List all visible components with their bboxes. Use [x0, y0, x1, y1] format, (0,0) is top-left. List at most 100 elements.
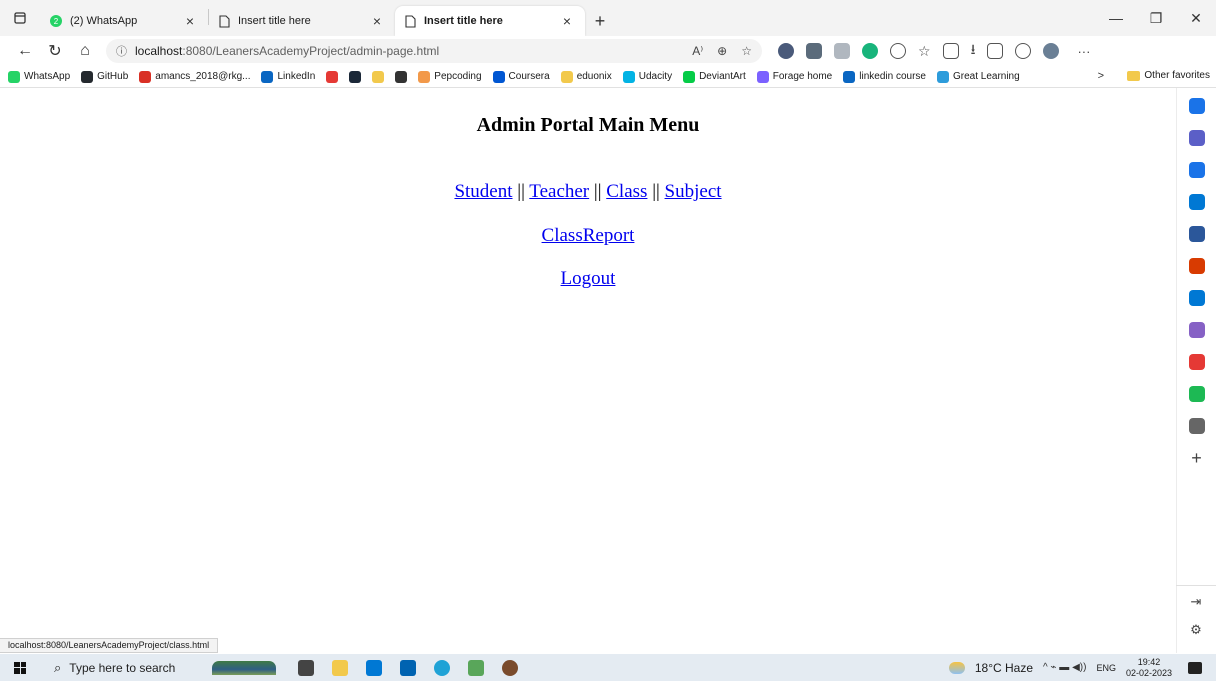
- url-host: localhost: [135, 44, 183, 58]
- restore-button[interactable]: ❐: [1136, 0, 1176, 36]
- read-aloud-icon[interactable]: A⁾: [692, 44, 703, 58]
- favorite-item[interactable]: WhatsApp: [8, 70, 70, 83]
- close-tab-icon[interactable]: ×: [369, 13, 385, 29]
- favorite-item[interactable]: Forage home: [756, 70, 832, 83]
- profile-avatar[interactable]: [1043, 43, 1060, 59]
- language-indicator[interactable]: ENG: [1096, 663, 1116, 673]
- favorite-icon: [261, 70, 274, 83]
- taskbar-search[interactable]: ⌕ Type here to search: [40, 654, 200, 681]
- browser-essentials-icon[interactable]: [1015, 43, 1032, 59]
- game-icon[interactable]: [502, 659, 518, 676]
- favorite-label: amancs_2018@rkg...: [155, 71, 251, 82]
- favorite-item[interactable]: Pepcoding: [418, 70, 482, 83]
- favorite-label: linkedin course: [859, 71, 926, 82]
- class-report-row: ClassReport: [0, 225, 1176, 247]
- favorites-bar: WhatsApp GitHub amancs_2018@rkg... LinkedIn…: [0, 66, 1216, 88]
- other-favorites-label: Other favorites: [1144, 70, 1210, 81]
- refresh-icon: ↻: [48, 43, 62, 60]
- favorite-icon: [326, 70, 339, 83]
- screenshot-icon[interactable]: [987, 43, 1004, 59]
- favorite-item[interactable]: [395, 70, 408, 83]
- extensions-toolbar: ☆ ⭳ ···: [778, 39, 1090, 63]
- edge-icon[interactable]: [434, 659, 450, 676]
- favorite-item[interactable]: [372, 70, 385, 83]
- spotify-icon[interactable]: [1188, 386, 1205, 402]
- briefcase-icon[interactable]: [1188, 194, 1205, 210]
- url-path: :8080/LeanersAcademyProject/admin-page.h…: [182, 44, 440, 58]
- favorite-item[interactable]: GitHub: [81, 70, 128, 83]
- info-icon[interactable]: ⓘ: [116, 43, 127, 59]
- collections-icon[interactable]: [942, 43, 959, 59]
- address-bar[interactable]: ⓘ localhost:8080/LeanersAcademyProject/a…: [106, 39, 762, 63]
- favorites-icon[interactable]: ☆: [918, 43, 931, 60]
- extension-icon[interactable]: [778, 43, 794, 59]
- extension-icon[interactable]: [834, 43, 850, 59]
- refresh-button[interactable]: ↻: [40, 38, 70, 64]
- extension-icon[interactable]: [806, 43, 822, 59]
- back-button[interactable]: ←: [10, 38, 40, 64]
- designer-icon[interactable]: [1188, 322, 1205, 338]
- favorite-item[interactable]: DeviantArt: [683, 70, 746, 83]
- favorite-item[interactable]: [326, 70, 339, 83]
- tray-icons[interactable]: ^ ⌁ ▬ ◀)): [1043, 662, 1086, 673]
- tag-icon[interactable]: [1188, 162, 1205, 178]
- teacher-link[interactable]: Teacher: [529, 181, 589, 202]
- sidebar-settings-icon[interactable]: ⚙: [1190, 622, 1202, 638]
- favorite-item[interactable]: LinkedIn: [261, 70, 315, 83]
- add-sidebar-app-icon[interactable]: +: [1189, 448, 1205, 468]
- class-link[interactable]: Class: [606, 181, 647, 202]
- task-view-icon[interactable]: [298, 659, 314, 676]
- minimize-button[interactable]: —: [1096, 0, 1136, 36]
- search-icon: ⌕: [54, 659, 62, 675]
- weather-icon[interactable]: [948, 661, 965, 674]
- grammarly-icon[interactable]: [862, 43, 878, 59]
- search-icon[interactable]: [1188, 98, 1205, 114]
- weather-text[interactable]: 18°C Haze: [975, 661, 1033, 675]
- file-explorer-icon[interactable]: [332, 659, 348, 676]
- favorite-item[interactable]: eduonix: [560, 70, 612, 83]
- news-icon[interactable]: [1188, 418, 1205, 434]
- favorite-item[interactable]: Coursera: [492, 70, 550, 83]
- favorites-overflow-chevron-icon[interactable]: >: [1098, 70, 1104, 82]
- mail-icon[interactable]: [400, 659, 416, 676]
- outlook-icon[interactable]: [1188, 290, 1205, 306]
- tab-whatsapp[interactable]: 2 (2) WhatsApp ×: [40, 6, 208, 36]
- new-tab-button[interactable]: +: [585, 6, 615, 36]
- favorite-item[interactable]: [349, 70, 362, 83]
- close-window-button[interactable]: ✕: [1176, 0, 1216, 36]
- notes-icon[interactable]: [468, 659, 484, 676]
- office-icon[interactable]: [1188, 258, 1205, 274]
- sparkle-icon[interactable]: [1188, 130, 1205, 146]
- favorite-item[interactable]: Great Learning: [936, 70, 1020, 83]
- downloads-icon[interactable]: ⭳: [971, 39, 976, 63]
- zoom-icon[interactable]: ⊕: [717, 44, 727, 58]
- search-highlight-image[interactable]: [212, 660, 276, 675]
- logout-link[interactable]: Logout: [561, 268, 616, 289]
- tab-insert-title-1[interactable]: Insert title here ×: [209, 6, 395, 36]
- window-controls: — ❐ ✕: [1096, 0, 1216, 36]
- start-button[interactable]: [0, 654, 40, 681]
- music-icon[interactable]: [1188, 354, 1205, 370]
- settings-menu-button[interactable]: ···: [1077, 44, 1090, 59]
- url-text[interactable]: localhost:8080/LeanersAcademyProject/adm…: [135, 44, 684, 58]
- extensions-icon[interactable]: [890, 43, 906, 59]
- class-report-link[interactable]: ClassReport: [542, 225, 635, 246]
- subject-link[interactable]: Subject: [665, 181, 722, 202]
- notifications-icon[interactable]: [1188, 661, 1202, 674]
- favorite-item[interactable]: Udacity: [622, 70, 672, 83]
- favorite-item[interactable]: amancs_2018@rkg...: [139, 70, 251, 83]
- student-link[interactable]: Student: [454, 181, 512, 202]
- tab-insert-title-2[interactable]: Insert title here ×: [395, 6, 585, 36]
- other-favorites-folder[interactable]: Other favorites: [1127, 70, 1210, 81]
- system-tray: 18°C Haze ^ ⌁ ▬ ◀)) ENG 19:42 02-02-2023: [948, 654, 1216, 681]
- hide-sidebar-icon[interactable]: ⇥: [1191, 594, 1202, 610]
- games-icon[interactable]: [1188, 226, 1205, 242]
- store-icon[interactable]: [366, 659, 382, 676]
- favorite-star-icon[interactable]: ☆: [741, 44, 752, 58]
- close-tab-icon[interactable]: ×: [559, 13, 575, 29]
- tab-actions-button[interactable]: [0, 0, 40, 36]
- close-tab-icon[interactable]: ×: [182, 13, 198, 29]
- clock[interactable]: 19:42 02-02-2023: [1126, 657, 1172, 679]
- home-button[interactable]: ⌂: [70, 38, 100, 64]
- favorite-item[interactable]: linkedin course: [843, 70, 926, 83]
